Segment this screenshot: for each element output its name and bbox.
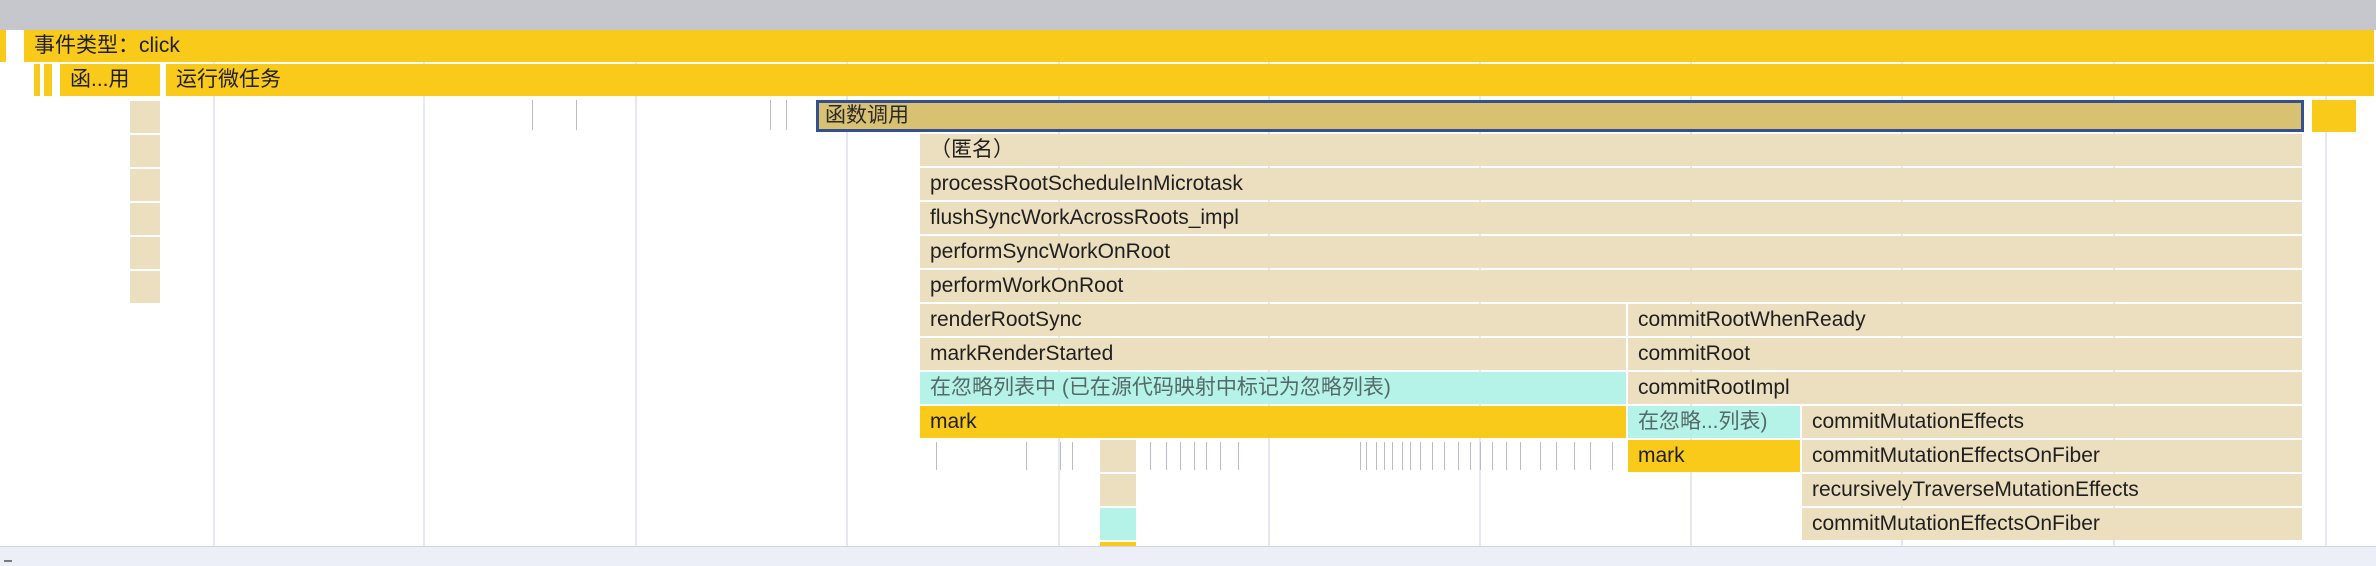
commit-root-frame[interactable]: commitRoot — [1628, 338, 2304, 370]
short-call-marker — [936, 442, 937, 470]
run-microtasks-frame[interactable]: 运行微任务 — [166, 64, 2376, 96]
short-call-marker — [1540, 442, 1541, 470]
stack-block[interactable] — [130, 101, 162, 133]
short-call-marker — [1150, 442, 1151, 470]
grid-line — [213, 30, 215, 546]
timeline-ruler[interactable] — [0, 0, 2376, 30]
short-call-marker — [1574, 442, 1575, 470]
stack-block[interactable] — [130, 135, 162, 167]
short-call-marker — [1432, 442, 1433, 470]
short-call-marker — [1506, 442, 1507, 470]
mark-frame-right[interactable]: mark — [1628, 440, 1802, 472]
perform-sync-work-frame[interactable]: performSyncWorkOnRoot — [920, 236, 2304, 268]
commit-root-when-ready-frame[interactable]: commitRootWhenReady — [1628, 304, 2304, 336]
short-call-marker — [1458, 442, 1459, 470]
grid-line — [635, 30, 637, 546]
short-call-marker — [576, 100, 577, 130]
commit-root-impl-frame[interactable]: commitRootImpl — [1628, 372, 2304, 404]
short-call-marker — [1376, 442, 1377, 470]
perform-work-frame[interactable]: performWorkOnRoot — [920, 270, 2304, 302]
anonymous-frame[interactable]: （匿名） — [920, 134, 2304, 166]
short-call-marker — [1444, 442, 1445, 470]
short-call-marker — [1072, 442, 1073, 470]
flame-chart-footer — [0, 546, 2376, 566]
flush-sync-work-frame[interactable]: flushSyncWorkAcrossRoots_impl — [920, 202, 2304, 234]
short-call-marker — [1492, 442, 1493, 470]
short-call-marker — [1194, 442, 1195, 470]
ignore-list-frame-truncated[interactable]: 在忽略...列表) — [1628, 406, 1802, 438]
function-call-frame-truncated[interactable]: 函...用 — [60, 64, 162, 96]
mark-render-started-frame[interactable]: markRenderStarted — [920, 338, 1628, 370]
ignore-list-block[interactable] — [1100, 508, 1138, 540]
grid-line — [423, 30, 425, 546]
short-call-marker — [1520, 442, 1521, 470]
short-call-marker — [1026, 442, 1027, 470]
process-root-schedule-frame[interactable]: processRootScheduleInMicrotask — [920, 168, 2304, 200]
short-call-marker — [532, 100, 533, 130]
render-root-sync-frame[interactable]: renderRootSync — [920, 304, 1628, 336]
stack-block[interactable] — [1100, 474, 1138, 506]
short-call-marker — [1612, 442, 1613, 470]
short-call-marker — [1410, 442, 1411, 470]
short-call-marker — [1238, 442, 1239, 470]
short-call-marker — [1180, 442, 1181, 470]
stack-block[interactable] — [1100, 440, 1138, 472]
function-call-block[interactable] — [2312, 100, 2358, 132]
short-call-marker — [1360, 442, 1361, 470]
short-call-marker — [1206, 442, 1207, 470]
commit-mutation-effects-frame[interactable]: commitMutationEffects — [1802, 406, 2304, 438]
recursively-traverse-mutation-effects-frame[interactable]: recursivelyTraverseMutationEffects — [1802, 474, 2304, 506]
small-call-block[interactable] — [34, 64, 42, 96]
short-call-marker — [1366, 442, 1367, 470]
stack-block[interactable] — [130, 169, 162, 201]
event-click-frame[interactable]: 事件类型：click — [24, 30, 2376, 62]
short-call-marker — [1420, 442, 1421, 470]
short-call-marker — [1166, 442, 1167, 470]
mark-frame-left[interactable]: mark — [920, 406, 1628, 438]
short-call-marker — [1402, 442, 1403, 470]
stack-block[interactable] — [130, 271, 162, 303]
commit-mutation-effects-on-fiber-frame[interactable]: commitMutationEffectsOnFiber — [1802, 508, 2304, 540]
small-call-block[interactable] — [44, 64, 54, 96]
commit-mutation-effects-on-fiber-frame[interactable]: commitMutationEffectsOnFiber — [1802, 440, 2304, 472]
short-call-marker — [1060, 442, 1061, 470]
stack-block[interactable] — [130, 203, 162, 235]
short-call-marker — [1470, 442, 1471, 470]
short-call-marker — [1384, 442, 1385, 470]
short-call-marker — [1480, 442, 1481, 470]
footer-marker — [4, 560, 12, 562]
event-edge-block[interactable] — [0, 30, 8, 62]
short-call-marker — [1392, 442, 1393, 470]
short-call-marker — [1590, 442, 1591, 470]
short-call-marker — [770, 100, 771, 130]
ignore-list-frame[interactable]: 在忽略列表中 (已在源代码映射中标记为忽略列表) — [920, 372, 1628, 404]
stack-block[interactable] — [130, 237, 162, 269]
short-call-marker — [786, 100, 787, 130]
flame-chart[interactable]: 事件类型：click 函...用 运行微任务 函数调用 （匿名） process… — [0, 0, 2376, 566]
short-call-marker — [1220, 442, 1221, 470]
short-call-marker — [1556, 442, 1557, 470]
function-call-frame-selected[interactable]: 函数调用 — [816, 100, 2304, 132]
